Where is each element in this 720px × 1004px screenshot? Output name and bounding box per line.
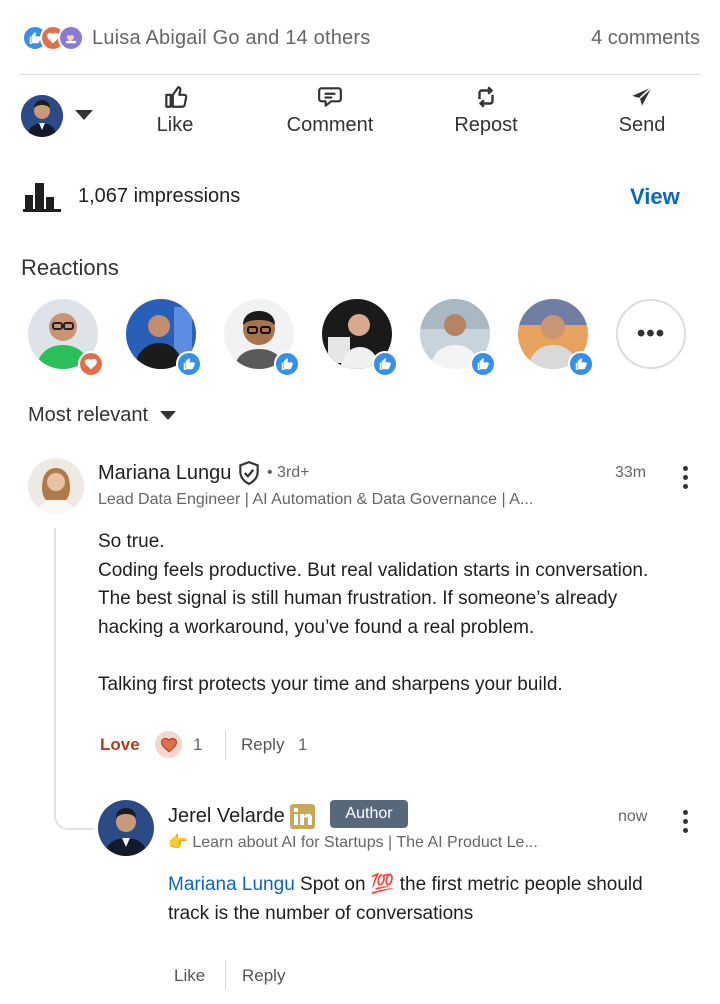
- comment-blank-line: [98, 642, 698, 671]
- thread-connector-line: [54, 528, 94, 830]
- comment-line: So true.: [98, 531, 165, 552]
- reply-line: track is the number of conversations: [168, 902, 474, 924]
- linkedin-premium-icon: [290, 804, 315, 829]
- impressions-row: 1,067 impressions: [22, 176, 702, 216]
- love-icon: [155, 731, 182, 758]
- thumbs-up-icon: [165, 86, 188, 108]
- reply-author-name[interactable]: Jerel Velarde: [168, 805, 285, 828]
- mention-link[interactable]: Mariana Lungu: [168, 874, 295, 895]
- repost-button[interactable]: Repost: [426, 84, 546, 137]
- comment-options-icon[interactable]: [679, 466, 691, 489]
- comment-line: The best signal is still human frustrati…: [98, 588, 618, 609]
- like-button[interactable]: Like: [115, 84, 235, 137]
- send-label: Send: [618, 114, 666, 136]
- reply-to-reply-button[interactable]: Reply: [242, 966, 285, 986]
- comment-timestamp: 33m: [615, 464, 647, 481]
- send-button[interactable]: Send: [582, 84, 702, 137]
- analytics-bar-chart-icon: [23, 183, 61, 212]
- view-analytics-link[interactable]: View: [630, 184, 680, 210]
- like-label: Like: [156, 114, 194, 136]
- love-reaction-badge-icon: [78, 351, 104, 377]
- commenter-headline: Lead Data Engineer | AI Automation & Dat…: [98, 491, 534, 508]
- actor-avatar[interactable]: [21, 95, 63, 137]
- comment-label: Comment: [286, 114, 374, 136]
- chevron-down-icon: [160, 411, 177, 420]
- reply-button[interactable]: Reply: [241, 735, 284, 755]
- connection-degree: • 3rd+: [267, 464, 310, 481]
- reply-options-icon[interactable]: [679, 810, 691, 833]
- send-icon: [632, 86, 653, 106]
- more-reactions-button[interactable]: •••: [616, 299, 686, 369]
- reactor-avatar[interactable]: [224, 299, 300, 377]
- reactor-avatar[interactable]: [28, 299, 104, 377]
- like-reaction-badge-icon: [372, 351, 398, 377]
- comment-sort-dropdown[interactable]: Most relevant: [28, 404, 177, 427]
- reply-timestamp: now: [618, 808, 648, 825]
- repost-label: Repost: [454, 114, 518, 136]
- comment-line: Talking first protects your time and sha…: [98, 673, 563, 695]
- reply-line: Mariana Lungu Spot on 💯 the first metric…: [168, 871, 698, 900]
- comment-line: Coding feels productive. But real valida…: [98, 559, 649, 581]
- verified-shield-icon: [239, 461, 259, 486]
- comments-count[interactable]: 4 comments: [591, 27, 700, 50]
- divider: [20, 74, 700, 75]
- love-count[interactable]: 1: [193, 735, 202, 755]
- reply-text: Spot on: [294, 874, 371, 895]
- love-reaction-button[interactable]: Love: [100, 735, 140, 755]
- like-reaction-badge-icon: [470, 351, 496, 377]
- sort-label: Most relevant: [28, 404, 149, 426]
- comment-line: hacking a workaround, you’ve found a rea…: [98, 616, 535, 638]
- like-reaction-badge-icon: [274, 351, 300, 377]
- comment-icon: [318, 87, 342, 107]
- actor-switch-chevron-icon[interactable]: [75, 110, 93, 120]
- reply-count[interactable]: 1: [298, 735, 307, 755]
- reactor-avatar[interactable]: [518, 299, 594, 377]
- reply-author-avatar[interactable]: [98, 800, 154, 856]
- separator: [225, 730, 226, 760]
- reply-author-headline: 👉 Learn about AI for Startups | The AI P…: [168, 834, 538, 851]
- like-reaction-badge-icon: [176, 351, 202, 377]
- reactions-heading: Reactions: [21, 255, 119, 280]
- like-reply-button[interactable]: Like: [174, 966, 205, 986]
- like-reaction-badge-icon: [568, 351, 594, 377]
- comment-button[interactable]: Comment: [270, 84, 390, 137]
- reacted-by-text[interactable]: Luisa Abigail Go and 14 others: [92, 27, 370, 50]
- commenter-avatar[interactable]: [28, 458, 84, 514]
- support-icon: [58, 25, 84, 51]
- hundred-points-emoji-icon: 💯: [370, 874, 395, 895]
- reactor-avatar[interactable]: [420, 299, 496, 377]
- impressions-count: 1,067 impressions: [78, 184, 241, 207]
- reply-text: the first metric people should: [394, 874, 643, 895]
- reactor-avatar[interactable]: [322, 299, 398, 377]
- reaction-icons: [22, 25, 84, 51]
- author-badge: Author: [330, 800, 408, 828]
- reactor-avatar[interactable]: [126, 299, 202, 377]
- comment-body: So true. Coding feels productive. But re…: [98, 528, 698, 699]
- commenter-name[interactable]: Mariana Lungu: [98, 462, 231, 485]
- reply-body: Mariana Lungu Spot on 💯 the first metric…: [168, 871, 698, 928]
- post-action-bar: Like Comment Repost Send: [0, 84, 720, 154]
- repost-icon: [478, 86, 494, 108]
- reactions-summary[interactable]: Luisa Abigail Go and 14 others 4 comment…: [22, 22, 700, 54]
- separator: [225, 960, 226, 990]
